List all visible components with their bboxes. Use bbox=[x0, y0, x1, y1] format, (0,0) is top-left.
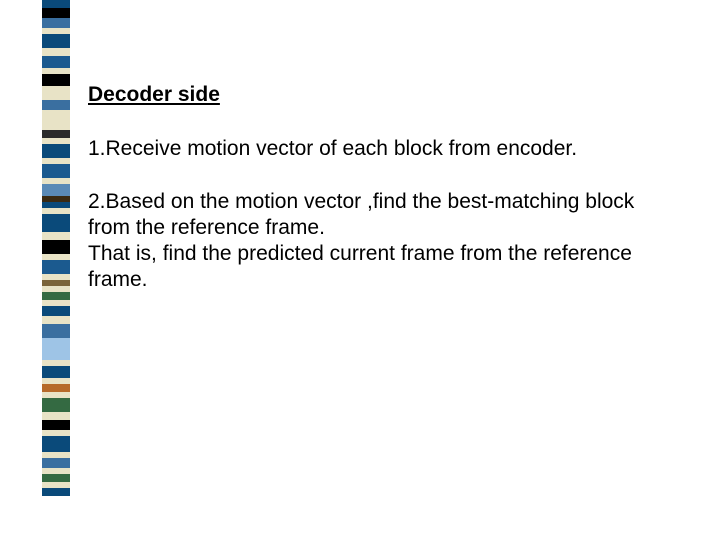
stripe bbox=[42, 164, 70, 178]
stripe bbox=[42, 214, 70, 232]
slide-content: Decoder side 1.Receive motion vector of … bbox=[88, 82, 648, 320]
slide-heading: Decoder side bbox=[88, 82, 648, 108]
stripe bbox=[42, 488, 70, 496]
stripe bbox=[42, 130, 70, 138]
stripe bbox=[42, 100, 70, 110]
stripe bbox=[42, 316, 70, 324]
stripe bbox=[42, 86, 70, 100]
stripe bbox=[42, 144, 70, 158]
paragraph-1: 1.Receive motion vector of each block fr… bbox=[88, 136, 648, 162]
stripe bbox=[42, 18, 70, 28]
paragraph-2-line-b: That is, find the predicted current fram… bbox=[88, 242, 632, 291]
stripe bbox=[42, 458, 70, 468]
stripe bbox=[42, 184, 70, 196]
stripe bbox=[42, 306, 70, 316]
stripe bbox=[42, 384, 70, 392]
slide: Decoder side 1.Receive motion vector of … bbox=[0, 0, 720, 540]
stripe bbox=[42, 412, 70, 420]
stripe bbox=[42, 338, 70, 360]
stripe bbox=[42, 74, 70, 86]
paragraph-2-line-a: 2.Based on the motion vector ,find the b… bbox=[88, 190, 634, 239]
stripe bbox=[42, 56, 70, 68]
stripe bbox=[42, 34, 70, 48]
stripe bbox=[42, 420, 70, 430]
stripe bbox=[42, 8, 70, 18]
stripe bbox=[42, 398, 70, 412]
stripe bbox=[42, 260, 70, 274]
stripe bbox=[42, 240, 70, 254]
stripe bbox=[42, 324, 70, 338]
paragraph-2: 2.Based on the motion vector ,find the b… bbox=[88, 189, 648, 294]
stripe bbox=[42, 436, 70, 452]
stripe bbox=[42, 110, 70, 130]
stripe bbox=[42, 232, 70, 240]
stripe bbox=[42, 474, 70, 482]
decorative-stripes bbox=[42, 0, 70, 500]
stripe bbox=[42, 292, 70, 300]
stripe bbox=[42, 366, 70, 378]
stripe bbox=[42, 0, 70, 8]
stripe bbox=[42, 48, 70, 56]
